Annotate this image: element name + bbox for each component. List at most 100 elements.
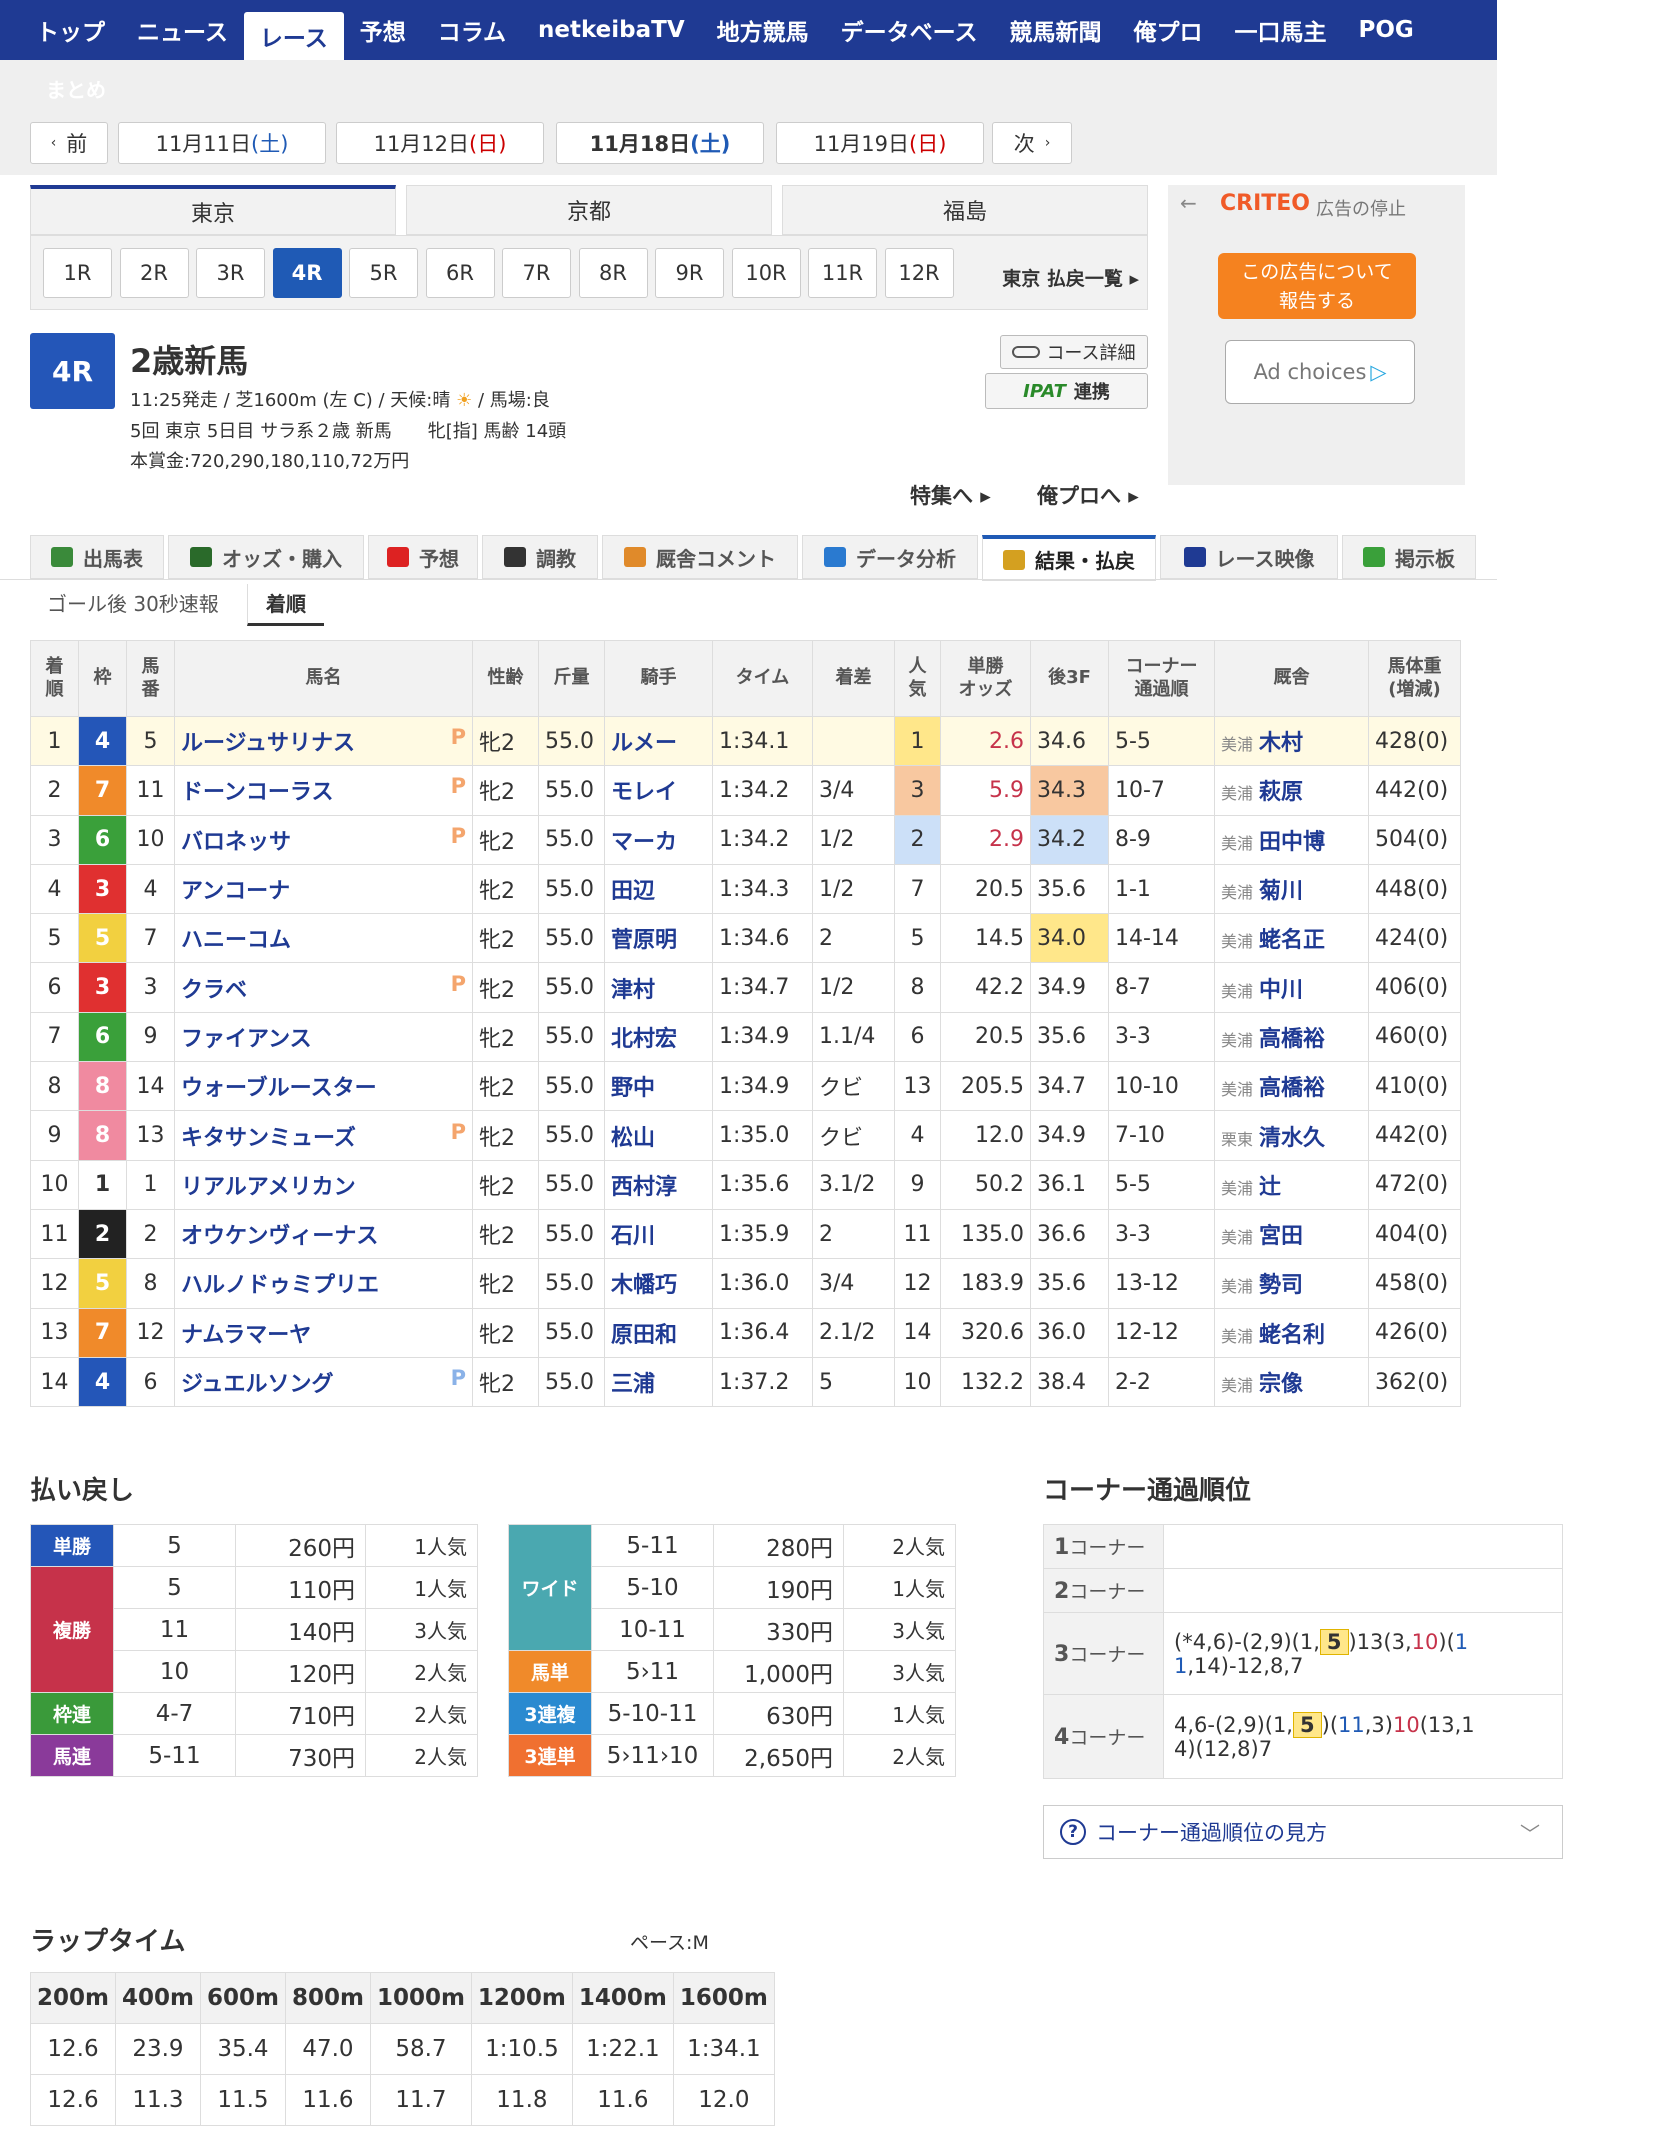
- trainer-link[interactable]: 清水久: [1259, 1126, 1325, 1151]
- column-header: 馬体重 (増減): [1368, 640, 1461, 717]
- horse-name-link[interactable]: ハルノドゥミプリエ: [181, 1273, 379, 1298]
- nav-item[interactable]: 俺プロ: [1118, 0, 1219, 60]
- nav-item[interactable]: ニュース: [121, 0, 244, 60]
- race-button[interactable]: 11R: [808, 248, 877, 298]
- nav-item[interactable]: レース: [243, 12, 344, 60]
- race-button[interactable]: 12R: [884, 248, 954, 298]
- nav-item[interactable]: 一口馬主: [1219, 0, 1343, 60]
- orepro-link[interactable]: 俺プロへ ▸: [1037, 480, 1139, 510]
- race-button[interactable]: 10R: [731, 248, 801, 298]
- race-button[interactable]: 9R: [655, 248, 724, 298]
- trainer-link[interactable]: 辻: [1259, 1175, 1281, 1200]
- race-button[interactable]: 1R: [43, 248, 112, 298]
- ad-choices-button[interactable]: Ad choices ▷: [1225, 340, 1415, 404]
- trainer-link[interactable]: 中川: [1259, 978, 1303, 1003]
- trainer-link[interactable]: 萩原: [1259, 780, 1303, 805]
- section-tab[interactable]: データ分析: [802, 535, 978, 579]
- date-button[interactable]: 11月12日 (日): [336, 122, 544, 164]
- back-arrow-icon[interactable]: ←: [1180, 191, 1197, 215]
- horse-name-link[interactable]: ルージュサリナス: [181, 731, 355, 756]
- date-button[interactable]: 11月18日 (土): [556, 122, 764, 164]
- horse-name-link[interactable]: オウケンヴィーナス: [181, 1224, 378, 1249]
- matome-link[interactable]: まとめ: [46, 74, 106, 103]
- section-tab[interactable]: 掲示板: [1342, 535, 1476, 579]
- jockey-link[interactable]: 田辺: [611, 879, 655, 904]
- jockey-link[interactable]: マーカ: [611, 830, 677, 855]
- course-icon: [1012, 346, 1041, 358]
- nav-item[interactable]: 予想: [344, 0, 422, 60]
- jockey-link[interactable]: 松山: [611, 1126, 655, 1151]
- horse-name-link[interactable]: ドーンコーラス: [181, 780, 333, 805]
- jockey-link[interactable]: 菅原明: [611, 928, 677, 953]
- horse-name-link[interactable]: アンコーナ: [181, 879, 290, 904]
- horse-name-link[interactable]: リアルアメリカン: [181, 1175, 356, 1200]
- tokushu-link[interactable]: 特集へ ▸: [910, 480, 991, 510]
- race-button[interactable]: 6R: [425, 248, 495, 298]
- payout-amount: 630円: [713, 1692, 844, 1735]
- section-tab[interactable]: 結果・払戻: [982, 535, 1156, 581]
- prev-date-button[interactable]: ‹ 前: [30, 122, 108, 164]
- jockey-link[interactable]: 西村淳: [611, 1175, 677, 1200]
- trainer-link[interactable]: 宮田: [1259, 1224, 1303, 1249]
- jockey-link[interactable]: 野中: [611, 1076, 655, 1101]
- ad-report-button[interactable]: この広告について報告する: [1218, 253, 1416, 319]
- nav-item[interactable]: 競馬新聞: [994, 0, 1118, 60]
- date-button[interactable]: 11月19日 (日): [776, 122, 984, 164]
- trainer-link[interactable]: 蛯名正: [1259, 928, 1325, 953]
- ipat-button[interactable]: IPAT 連携: [985, 373, 1148, 409]
- nav-item[interactable]: コラム: [422, 0, 522, 60]
- trainer-link[interactable]: 木村: [1259, 731, 1303, 756]
- trainer-link[interactable]: 田中博: [1259, 830, 1325, 855]
- horse-name-link[interactable]: ウォーブルースター: [181, 1076, 377, 1101]
- nav-item[interactable]: データベース: [825, 0, 994, 60]
- jockey-link[interactable]: 原田和: [611, 1323, 677, 1348]
- horse-name-link[interactable]: ナムラマーヤ: [181, 1323, 311, 1348]
- section-tab[interactable]: レース映像: [1160, 535, 1338, 579]
- horse-name-link[interactable]: クラベ: [181, 978, 247, 1003]
- race-button[interactable]: 2R: [119, 248, 189, 298]
- horse-name-link[interactable]: ファイアンス: [181, 1027, 312, 1052]
- ad-stop[interactable]: 広告の停止: [1316, 195, 1406, 221]
- venue-tab[interactable]: 福島: [782, 185, 1148, 235]
- nav-item[interactable]: netkeibaTV: [522, 0, 701, 60]
- jockey-link[interactable]: 石川: [611, 1224, 655, 1249]
- nav-item[interactable]: POG: [1343, 0, 1430, 60]
- payout-list-link[interactable]: 東京 払戻一覧 ▸: [1002, 264, 1139, 291]
- trainer-link[interactable]: 高橋裕: [1259, 1076, 1325, 1101]
- horse-name-link[interactable]: キタサンミューズ: [181, 1126, 356, 1151]
- race-button[interactable]: 8R: [578, 248, 648, 298]
- jockey-link[interactable]: 木幡巧: [611, 1273, 677, 1298]
- trainer-link[interactable]: 蛯名利: [1259, 1323, 1325, 1348]
- horse-name-link[interactable]: ジュエルソング: [181, 1372, 333, 1397]
- race-button[interactable]: 7R: [502, 248, 571, 298]
- race-button[interactable]: 5R: [349, 248, 418, 298]
- trainer-link[interactable]: 高橋裕: [1259, 1027, 1325, 1052]
- course-detail-button[interactable]: コース詳細: [1000, 335, 1148, 369]
- jockey-link[interactable]: ルメー: [611, 731, 677, 756]
- jockey-link[interactable]: 三浦: [611, 1372, 655, 1397]
- corner-help-toggle[interactable]: ? コーナー通過順位の見方 ﹀: [1043, 1805, 1563, 1859]
- trainer-link[interactable]: 菊川: [1259, 879, 1303, 904]
- horse-name-link[interactable]: バロネッサ: [181, 830, 291, 855]
- section-tab[interactable]: 厩舎コメント: [602, 535, 798, 579]
- subtab-order[interactable]: 着順: [247, 584, 324, 626]
- venue-tab[interactable]: 東京: [30, 185, 396, 235]
- jockey-link[interactable]: 津村: [611, 978, 655, 1003]
- subtab-speed[interactable]: ゴール後 30秒速報: [47, 588, 219, 617]
- jockey-link[interactable]: モレイ: [611, 780, 677, 805]
- trainer-link[interactable]: 勢司: [1259, 1273, 1303, 1298]
- nav-item[interactable]: トップ: [20, 0, 121, 60]
- horse-name-link[interactable]: ハニーコム: [181, 928, 291, 953]
- race-button[interactable]: 3R: [196, 248, 265, 298]
- section-tab[interactable]: 出馬表: [30, 535, 164, 579]
- section-tab[interactable]: 予想: [368, 535, 478, 579]
- section-tab[interactable]: 調教: [482, 535, 598, 579]
- nav-item[interactable]: 地方競馬: [701, 0, 825, 60]
- jockey-link[interactable]: 北村宏: [611, 1027, 677, 1052]
- trainer-link[interactable]: 宗像: [1259, 1372, 1303, 1397]
- next-date-button[interactable]: 次 ›: [992, 122, 1072, 164]
- date-button[interactable]: 11月11日 (土): [118, 122, 326, 164]
- venue-tab[interactable]: 京都: [406, 185, 772, 235]
- race-button[interactable]: 4R: [272, 248, 342, 298]
- section-tab[interactable]: オッズ・購入: [168, 535, 364, 579]
